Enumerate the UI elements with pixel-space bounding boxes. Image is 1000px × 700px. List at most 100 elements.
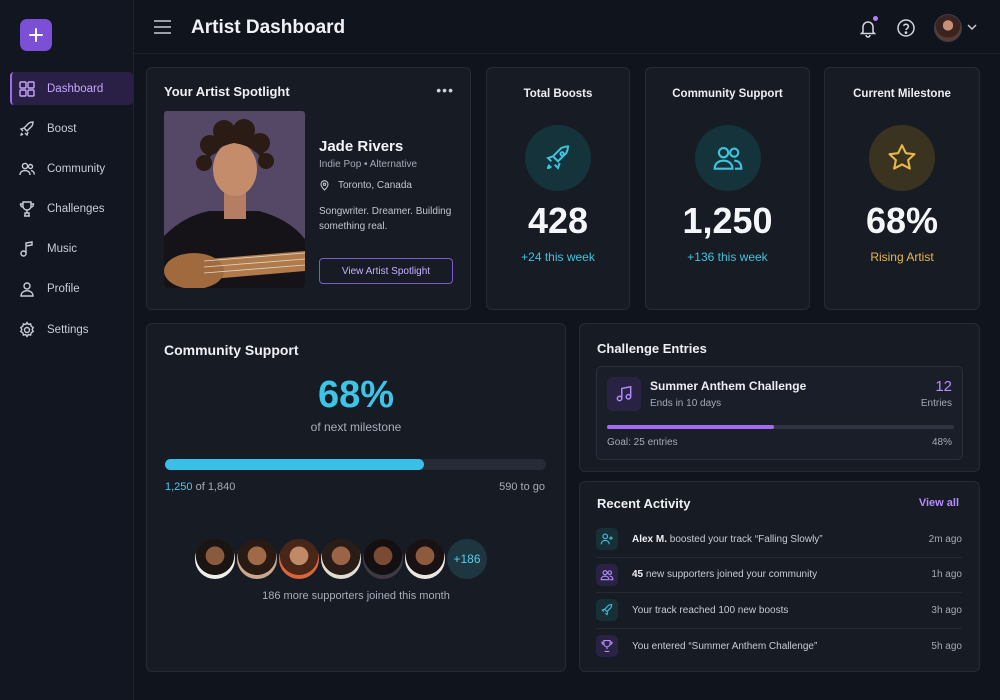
activity-text: Your track reached 100 new boosts xyxy=(632,605,925,616)
sidebar-item-label: Music xyxy=(47,243,78,256)
create-button[interactable] xyxy=(20,19,52,51)
recent-activity-card: Recent Activity View all Alex M. boosted… xyxy=(579,481,980,672)
stat-title: Total Boosts xyxy=(523,88,593,100)
supporter-avatar[interactable] xyxy=(361,537,405,581)
progress-fill xyxy=(607,425,774,429)
activity-item[interactable]: Alex M. boosted your track “Falling Slow… xyxy=(596,522,962,558)
activity-item[interactable]: 45 new supporters joined your community … xyxy=(596,558,962,593)
location-pin-icon xyxy=(320,180,329,191)
stat-title: Community Support xyxy=(672,88,783,100)
users-icon xyxy=(19,162,35,175)
stat-icon-circle xyxy=(869,125,935,191)
activity-list: Alex M. boosted your track “Falling Slow… xyxy=(596,522,962,664)
sidebar-nav: Dashboard Boost Community Challenges Mus… xyxy=(10,72,133,353)
card-title: Your Artist Spotlight xyxy=(164,84,290,99)
stat-icon-circle xyxy=(525,125,591,191)
milestone-percent-caption: of next milestone xyxy=(310,420,402,434)
trophy-icon xyxy=(601,640,613,653)
supporter-avatar[interactable] xyxy=(235,537,279,581)
sidebar-item-label: Settings xyxy=(47,323,89,336)
activity-time: 5h ago xyxy=(931,640,962,652)
gear-icon xyxy=(19,320,35,338)
rocket-icon xyxy=(546,145,570,170)
more-options-icon[interactable]: ••• xyxy=(436,82,454,98)
stat-card-total-boosts: Total Boosts 428 +24 this week xyxy=(486,67,630,310)
activity-item[interactable]: You entered “Summer Anthem Challenge” 5h… xyxy=(596,629,962,665)
chevron-down-icon[interactable] xyxy=(967,23,977,31)
stat-value: 428 xyxy=(527,200,589,241)
artist-genre: Indie Pop • Alternative xyxy=(319,159,418,170)
sidebar-item-label: Dashboard xyxy=(47,82,104,95)
user-avatar[interactable] xyxy=(934,14,962,42)
challenge-name: Summer Anthem Challenge xyxy=(650,379,807,393)
sidebar-item-profile[interactable]: Profile xyxy=(10,273,133,306)
more-supporters-badge[interactable]: +186 xyxy=(445,537,489,581)
supporter-avatar[interactable] xyxy=(319,537,363,581)
stat-value: 68% xyxy=(865,200,939,241)
challenge-entries-label: Entries xyxy=(920,398,952,409)
page-title: Artist Dashboard xyxy=(191,17,346,38)
stat-card-current-milestone: Current Milestone 68% Rising Artist xyxy=(824,67,980,310)
sidebar-item-settings[interactable]: Settings xyxy=(10,313,133,346)
progress-current: 1,250 xyxy=(165,481,193,493)
artist-spotlight-card: Your Artist Spotlight ••• Jade Rivers In… xyxy=(146,67,471,310)
sidebar-item-label: Community xyxy=(47,162,106,175)
stat-icon-circle xyxy=(694,125,761,191)
supporter-avatar[interactable] xyxy=(277,537,321,581)
challenge-goal: Goal: 25 entries xyxy=(607,437,678,448)
hamburger-menu-icon[interactable] xyxy=(154,20,171,34)
milestone-percent: 68% xyxy=(317,374,395,416)
location-text: Toronto, Canada xyxy=(338,180,412,191)
user-plus-icon xyxy=(600,533,613,545)
view-all-link[interactable]: View all xyxy=(919,497,959,509)
supporter-avatar[interactable] xyxy=(403,537,447,581)
music-note-icon xyxy=(20,241,33,257)
activity-time: 2m ago xyxy=(928,533,962,545)
star-icon xyxy=(888,144,916,170)
sidebar-item-music[interactable]: Music xyxy=(10,233,133,266)
app-window: Dashboard Boost Community Challenges Mus… xyxy=(0,0,1000,700)
supporter-avatar[interactable] xyxy=(193,537,237,581)
progress-remaining: 590 to go xyxy=(499,481,545,493)
challenge-deadline: Ends in 10 days xyxy=(650,398,722,409)
activity-time: 3h ago xyxy=(931,604,962,616)
sidebar-item-label: Challenges xyxy=(47,203,105,216)
activity-message: boosted your track “Falling Slowly” xyxy=(667,533,823,545)
trophy-icon xyxy=(19,201,35,217)
stat-value: 1,250 xyxy=(682,200,773,241)
activity-item[interactable]: Your track reached 100 new boosts 3h ago xyxy=(596,593,962,629)
sidebar-item-challenges[interactable]: Challenges xyxy=(10,193,133,226)
artist-name: Jade Rivers xyxy=(319,138,404,155)
card-title: Community Support xyxy=(164,342,299,358)
activity-actor: Alex M. xyxy=(632,533,668,545)
rocket-icon xyxy=(19,120,34,136)
challenge-item[interactable]: Summer Anthem Challenge Ends in 10 days … xyxy=(596,366,963,460)
top-header: Artist Dashboard xyxy=(134,0,1000,54)
supporter-avatars: +186 xyxy=(193,537,489,581)
sidebar: Dashboard Boost Community Challenges Mus… xyxy=(0,0,134,700)
progress-fill xyxy=(165,459,425,470)
artist-location: Toronto, Canada xyxy=(319,180,412,191)
activity-text: 45 new supporters joined your community xyxy=(632,569,925,580)
activity-message: Your track reached 100 new boosts xyxy=(632,604,789,616)
view-artist-spotlight-button[interactable]: View Artist Spotlight xyxy=(319,258,453,284)
notification-dot xyxy=(873,16,878,21)
stat-change: +136 this week xyxy=(687,250,768,264)
sidebar-item-boost[interactable]: Boost xyxy=(10,112,133,145)
progress-count: 1,250 of 1,840 xyxy=(165,481,235,493)
sidebar-item-label: Boost xyxy=(47,122,77,135)
card-title: Challenge Entries xyxy=(597,341,707,356)
activity-text: Alex M. boosted your track “Falling Slow… xyxy=(632,534,923,545)
stat-card-community-support: Community Support 1,250 +136 this week xyxy=(645,67,810,310)
activity-icon-tile xyxy=(596,599,618,622)
users-icon xyxy=(600,569,614,580)
help-icon[interactable] xyxy=(896,18,916,38)
challenge-percent: 48% xyxy=(931,437,952,448)
stat-change: Rising Artist xyxy=(870,250,934,264)
artist-photo xyxy=(164,111,305,288)
activity-message: new supporters joined your community xyxy=(643,569,818,581)
sidebar-item-dashboard[interactable]: Dashboard xyxy=(10,72,133,105)
sidebar-item-community[interactable]: Community xyxy=(10,152,133,185)
supporters-caption: 186 more supporters joined this month xyxy=(262,590,450,602)
bell-icon[interactable] xyxy=(858,18,878,38)
